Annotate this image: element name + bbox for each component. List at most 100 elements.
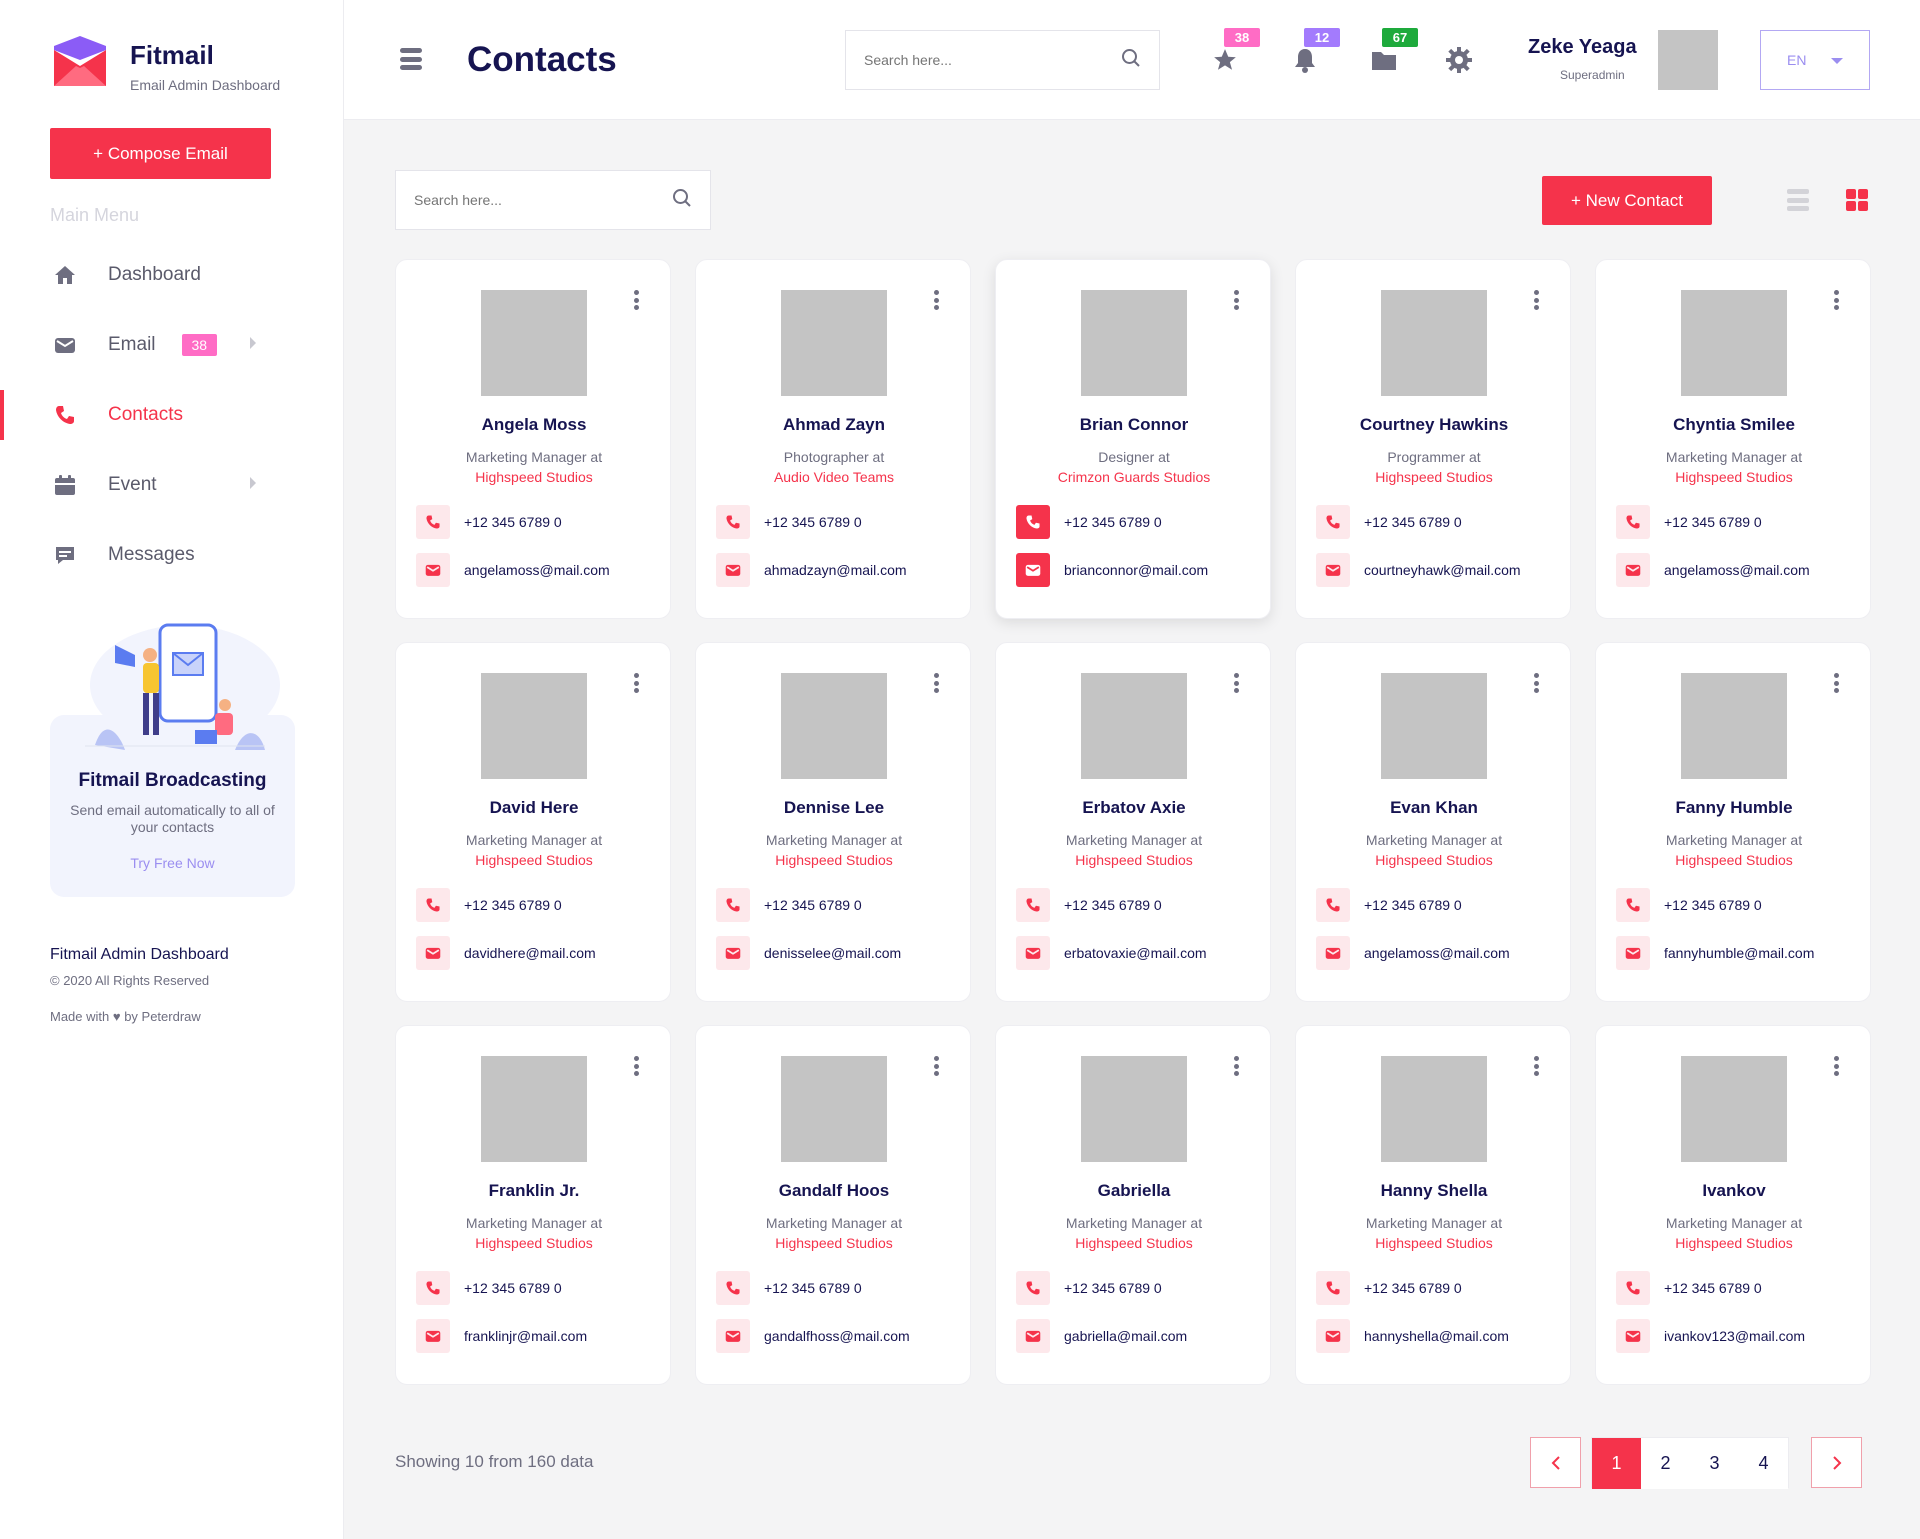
contact-email-row[interactable]: gandalfhoss@mail.com: [716, 1319, 910, 1353]
contact-card[interactable]: Ahmad Zayn Photographer at Audio Video Te…: [695, 259, 971, 619]
contact-company[interactable]: Highspeed Studios: [1375, 469, 1493, 485]
contact-card[interactable]: Chyntia Smilee Marketing Manager at Highs…: [1595, 259, 1871, 619]
more-options-icon[interactable]: [1226, 288, 1246, 312]
contact-company[interactable]: Highspeed Studios: [475, 852, 593, 868]
new-contact-button[interactable]: + New Contact: [1542, 176, 1712, 225]
contact-card[interactable]: Brian Connor Designer at Crimzon Guards S…: [995, 259, 1271, 619]
sidebar-item-messages[interactable]: Messages: [0, 520, 343, 590]
contact-card[interactable]: Hanny Shella Marketing Manager at Highspe…: [1295, 1025, 1571, 1385]
avatar[interactable]: [1658, 30, 1718, 90]
more-options-icon[interactable]: [1226, 1054, 1246, 1078]
contact-company[interactable]: Audio Video Teams: [774, 469, 894, 485]
hamburger-menu-icon[interactable]: [400, 48, 422, 70]
sidebar-item-contacts[interactable]: Contacts: [0, 380, 343, 450]
contact-company[interactable]: Highspeed Studios: [475, 469, 593, 485]
contact-phone-row[interactable]: +12 345 6789 0: [716, 888, 862, 922]
contact-email-row[interactable]: denisselee@mail.com: [716, 936, 901, 970]
contact-email-row[interactable]: ivankov123@mail.com: [1616, 1319, 1805, 1353]
contact-card[interactable]: Ivankov Marketing Manager at Highspeed St…: [1595, 1025, 1871, 1385]
contact-card[interactable]: Erbatov Axie Marketing Manager at Highspe…: [995, 642, 1271, 1002]
search-icon[interactable]: [672, 188, 692, 213]
contact-phone-row[interactable]: +12 345 6789 0: [1016, 1271, 1162, 1305]
contact-phone-row[interactable]: +12 345 6789 0: [1316, 888, 1462, 922]
contact-company[interactable]: Highspeed Studios: [1675, 469, 1793, 485]
contact-phone-row[interactable]: +12 345 6789 0: [1616, 505, 1762, 539]
contact-phone-row[interactable]: +12 345 6789 0: [716, 1271, 862, 1305]
contact-email-row[interactable]: angelamoss@mail.com: [416, 553, 610, 587]
more-options-icon[interactable]: [1526, 671, 1546, 695]
page-3-button[interactable]: 3: [1690, 1438, 1739, 1489]
contact-phone-row[interactable]: +12 345 6789 0: [1316, 1271, 1462, 1305]
sidebar-item-dashboard[interactable]: Dashboard: [0, 240, 343, 310]
more-options-icon[interactable]: [1226, 671, 1246, 695]
brand[interactable]: Fitmail Email Admin Dashboard: [50, 36, 280, 93]
user-name[interactable]: Zeke Yeaga: [1528, 36, 1637, 59]
contact-card[interactable]: Dennise Lee Marketing Manager at Highspee…: [695, 642, 971, 1002]
more-options-icon[interactable]: [626, 1054, 646, 1078]
more-options-icon[interactable]: [926, 288, 946, 312]
contact-company[interactable]: Highspeed Studios: [1075, 852, 1193, 868]
contact-email-row[interactable]: gabriella@mail.com: [1016, 1319, 1187, 1353]
next-page-button[interactable]: [1811, 1437, 1862, 1488]
page-2-button[interactable]: 2: [1641, 1438, 1690, 1489]
contact-email-row[interactable]: erbatovaxie@mail.com: [1016, 936, 1207, 970]
contact-email-row[interactable]: angelamoss@mail.com: [1316, 936, 1510, 970]
contact-phone-row[interactable]: +12 345 6789 0: [416, 888, 562, 922]
more-options-icon[interactable]: [1526, 1054, 1546, 1078]
contact-company[interactable]: Highspeed Studios: [1375, 852, 1493, 868]
contact-card[interactable]: Franklin Jr. Marketing Manager at Highspe…: [395, 1025, 671, 1385]
contact-email-row[interactable]: davidhere@mail.com: [416, 936, 596, 970]
folder-icon[interactable]: [1369, 45, 1399, 75]
more-options-icon[interactable]: [1526, 288, 1546, 312]
contact-phone-row[interactable]: +12 345 6789 0: [416, 1271, 562, 1305]
contact-search-input[interactable]: [414, 192, 672, 208]
more-options-icon[interactable]: [926, 1054, 946, 1078]
contact-email-row[interactable]: angelamoss@mail.com: [1616, 553, 1810, 587]
previous-page-button[interactable]: [1530, 1437, 1581, 1488]
contact-email-row[interactable]: brianconnor@mail.com: [1016, 553, 1208, 587]
contact-email-row[interactable]: fannyhumble@mail.com: [1616, 936, 1814, 970]
contact-card[interactable]: Gandalf Hoos Marketing Manager at Highspe…: [695, 1025, 971, 1385]
sidebar-item-email[interactable]: Email 38: [0, 310, 343, 380]
gear-icon[interactable]: [1444, 45, 1474, 75]
compose-email-button[interactable]: + Compose Email: [50, 128, 271, 179]
contact-email-row[interactable]: hannyshella@mail.com: [1316, 1319, 1509, 1353]
more-options-icon[interactable]: [1826, 671, 1846, 695]
star-icon[interactable]: [1210, 45, 1240, 75]
page-1-button[interactable]: 1: [1592, 1438, 1641, 1489]
header-search-input[interactable]: [864, 52, 1121, 68]
contact-email-row[interactable]: franklinjr@mail.com: [416, 1319, 587, 1353]
contact-phone-row[interactable]: +12 345 6789 0: [416, 505, 562, 539]
more-options-icon[interactable]: [1826, 288, 1846, 312]
language-select[interactable]: EN: [1760, 30, 1870, 90]
contact-phone-row[interactable]: +12 345 6789 0: [1316, 505, 1462, 539]
contact-company[interactable]: Highspeed Studios: [775, 852, 893, 868]
contact-phone-row[interactable]: +12 345 6789 0: [1616, 888, 1762, 922]
contact-email-row[interactable]: courtneyhawk@mail.com: [1316, 553, 1521, 587]
contact-phone-row[interactable]: +12 345 6789 0: [716, 505, 862, 539]
contact-card[interactable]: Fanny Humble Marketing Manager at Highspe…: [1595, 642, 1871, 1002]
contact-card[interactable]: Angela Moss Marketing Manager at Highspee…: [395, 259, 671, 619]
more-options-icon[interactable]: [926, 671, 946, 695]
contact-phone-row[interactable]: +12 345 6789 0: [1016, 505, 1162, 539]
search-icon[interactable]: [1121, 48, 1141, 73]
more-options-icon[interactable]: [626, 288, 646, 312]
more-options-icon[interactable]: [626, 671, 646, 695]
page-4-button[interactable]: 4: [1739, 1438, 1788, 1489]
try-free-link[interactable]: Try Free Now: [50, 855, 295, 871]
grid-view-icon[interactable]: [1846, 189, 1868, 211]
contact-phone-row[interactable]: +12 345 6789 0: [1616, 1271, 1762, 1305]
more-options-icon[interactable]: [1826, 1054, 1846, 1078]
contact-company[interactable]: Highspeed Studios: [1675, 1235, 1793, 1251]
bell-icon[interactable]: [1290, 45, 1320, 75]
contact-email-row[interactable]: ahmadzayn@mail.com: [716, 553, 907, 587]
contact-card[interactable]: Evan Khan Marketing Manager at Highspeed …: [1295, 642, 1571, 1002]
contact-company[interactable]: Crimzon Guards Studios: [1058, 469, 1211, 485]
contact-company[interactable]: Highspeed Studios: [1375, 1235, 1493, 1251]
contact-card[interactable]: Courtney Hawkins Programmer at Highspeed …: [1295, 259, 1571, 619]
contact-company[interactable]: Highspeed Studios: [475, 1235, 593, 1251]
contact-company[interactable]: Highspeed Studios: [1075, 1235, 1193, 1251]
contact-phone-row[interactable]: +12 345 6789 0: [1016, 888, 1162, 922]
contact-card[interactable]: David Here Marketing Manager at Highspeed…: [395, 642, 671, 1002]
contact-company[interactable]: Highspeed Studios: [1675, 852, 1793, 868]
